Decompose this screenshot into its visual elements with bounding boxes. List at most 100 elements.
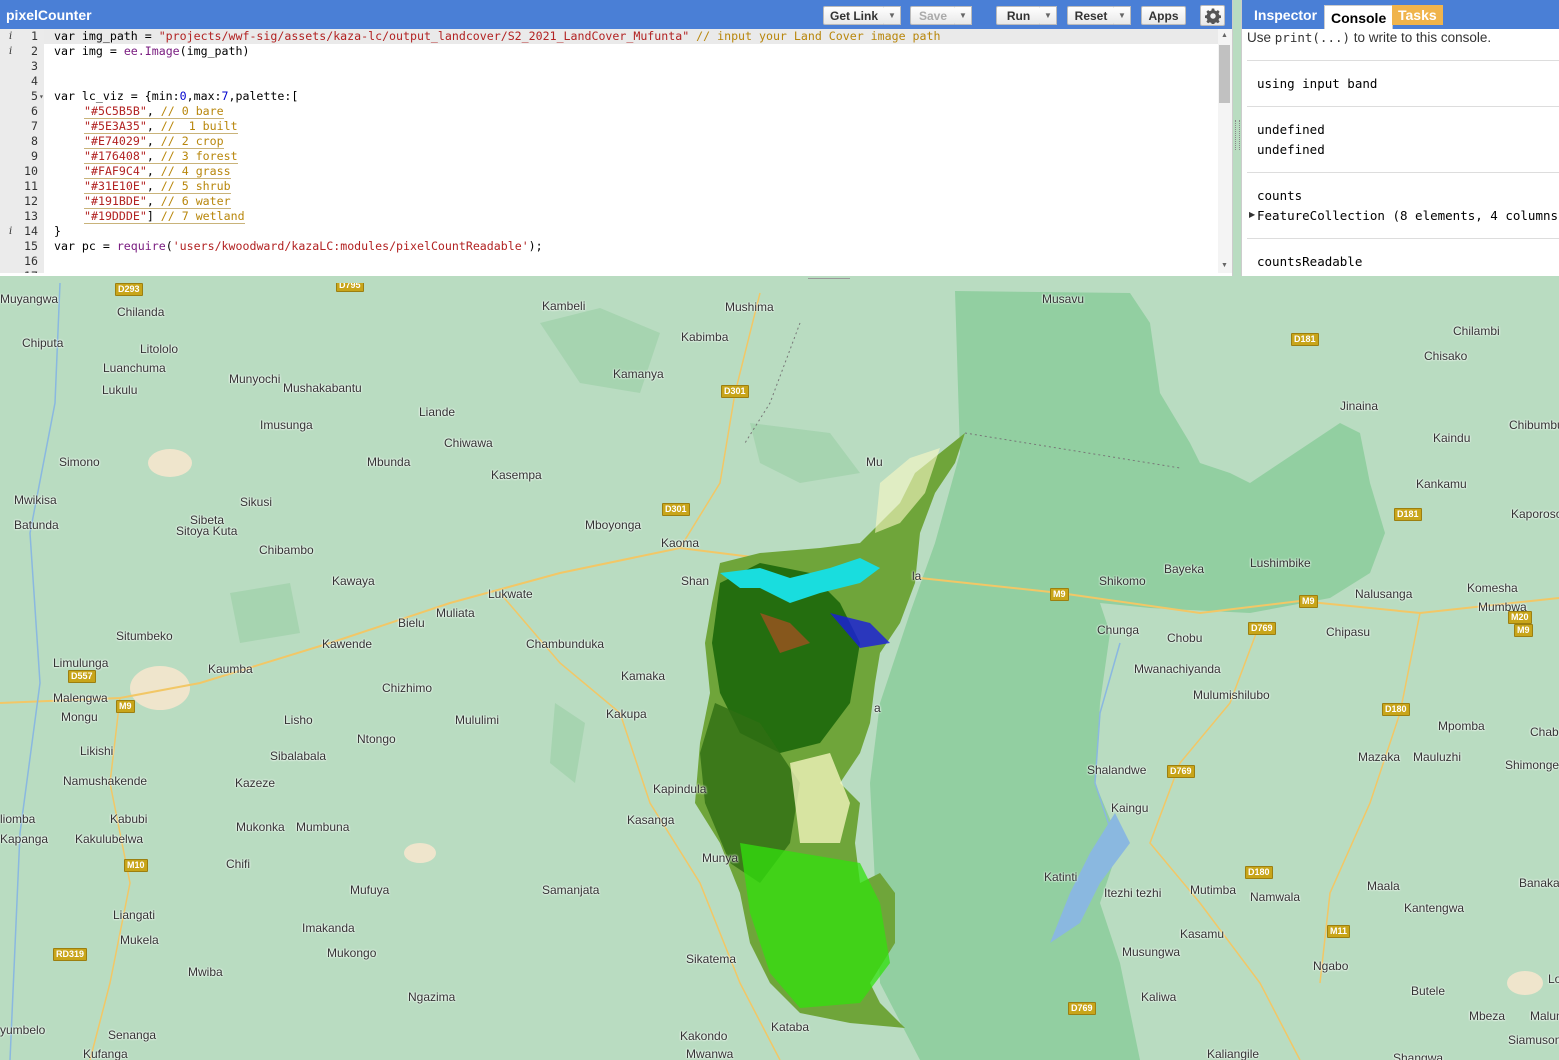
place-label: Mauluzhi [1413, 750, 1462, 764]
code-line-5[interactable]: var lc_viz = {min:0,max:7,palette:[ [54, 89, 298, 104]
place-label: Musavu [1042, 292, 1085, 306]
place-label: Shan [681, 574, 710, 588]
console-divider [1247, 60, 1559, 61]
code-comment: // input your Land Cover image path [689, 29, 941, 43]
place-label: Mbunda [367, 455, 411, 469]
tab-tasks[interactable]: Tasks [1392, 5, 1443, 25]
place-label: Chibumbu [1509, 418, 1559, 432]
palette-comment: // 6 water [160, 194, 231, 209]
save-dropdown[interactable]: ▼ [955, 6, 972, 25]
place-label: Mufuya [350, 883, 390, 897]
code-line-14[interactable]: } [54, 224, 61, 239]
road-shield: D293 [115, 283, 143, 296]
road-shield: D180 [1245, 866, 1273, 879]
place-label: Mukela [120, 933, 159, 947]
place-label: Bielu [398, 616, 425, 630]
feature-collection-output[interactable]: FeatureCollection (8 elements, 4 columns… [1257, 208, 1559, 223]
place-label: Kataba [771, 1020, 810, 1034]
line-number: 16 [24, 254, 38, 268]
code-line-15[interactable]: var pc = require('users/kwoodward/kazaLC… [54, 239, 543, 254]
palette-line[interactable]: "#5C5B5B", // 0 bare [84, 104, 224, 119]
place-label: Musungwa [1122, 945, 1181, 959]
forest-patch [230, 583, 300, 643]
place-label: Katinti [1044, 870, 1078, 884]
place-label: Mushakabantu [283, 381, 362, 395]
palette-line[interactable]: "#FAF9C4", // 4 grass [84, 164, 231, 179]
editor-toolbar: pixelCounter Get Link ▼ Save ▼ Run ▼ Res… [0, 0, 1232, 29]
editor-scrollbar[interactable]: ▲ ▼ [1218, 29, 1232, 273]
place-label: Muyangwa [0, 292, 59, 306]
hint-text: Use [1247, 30, 1275, 45]
settings-button[interactable] [1200, 5, 1225, 26]
palette-line[interactable]: "#31E10E", // 5 shrub [84, 179, 231, 194]
place-label: la [912, 569, 922, 583]
place-label: Mukonka [236, 820, 285, 834]
place-label: Chifi [226, 857, 251, 871]
palette-line[interactable]: "#176408", // 3 forest [84, 149, 238, 164]
expand-arrow-icon[interactable]: ▶ [1249, 210, 1255, 219]
code-function: ee.Image [123, 44, 180, 58]
road-shield: M9 [1299, 595, 1318, 608]
road-shield: M20 [1508, 611, 1532, 624]
road-shield: D769 [1248, 622, 1276, 635]
code-editor[interactable]: i1i2345▾678910111213i14151617 var img_pa… [0, 29, 1218, 273]
code-text: var pc = [54, 239, 117, 253]
place-label: Lushimbike [1250, 556, 1311, 570]
palette-line[interactable]: "#5E3A35", // 1 built [84, 119, 238, 134]
palette-comment: // 7 wetland [160, 209, 245, 224]
console-output: undefined [1257, 122, 1325, 137]
place-label: Mongu [61, 710, 98, 724]
palette-line[interactable]: "#19DDDE"] // 7 wetland [84, 209, 245, 224]
palette-line[interactable]: "#E74029", // 2 crop [84, 134, 224, 149]
reset-dropdown[interactable]: ▼ [1114, 6, 1131, 25]
road-shield: M9 [116, 700, 135, 713]
palette-line[interactable]: "#191BDE", // 6 water [84, 194, 231, 209]
palette-color: "#176408" [84, 149, 147, 164]
script-title[interactable]: pixelCounter [6, 7, 92, 23]
place-label: Mwikisa [14, 493, 57, 507]
place-label: Kaporoso [1511, 507, 1559, 521]
road-shield: D557 [68, 670, 96, 683]
console-divider [1247, 238, 1559, 239]
run-dropdown[interactable]: ▼ [1040, 6, 1057, 25]
place-label: Kasanga [627, 813, 675, 827]
place-label: Lo [1548, 972, 1559, 986]
code-editor-panel: pixelCounter Get Link ▼ Save ▼ Run ▼ Res… [0, 0, 1233, 276]
scroll-down-icon[interactable]: ▼ [1221, 262, 1228, 269]
place-label: Kabubi [110, 812, 148, 826]
get-link-button[interactable]: Get Link [823, 6, 885, 25]
place-label: a [874, 701, 881, 715]
reset-button[interactable]: Reset [1067, 6, 1115, 25]
scrollbar-thumb[interactable] [1219, 45, 1230, 103]
place-label: Kambeli [542, 299, 586, 313]
place-label: Komesha [1467, 581, 1518, 595]
tab-console[interactable]: Console [1324, 5, 1394, 29]
gutter-row: 3 [0, 59, 44, 74]
separator: , [146, 134, 161, 149]
chevron-down-icon: ▼ [1118, 11, 1126, 20]
road-shield: D181 [1291, 333, 1319, 346]
save-button[interactable]: Save [910, 6, 956, 25]
place-label: Ngazima [408, 990, 456, 1004]
apps-button[interactable]: Apps [1141, 6, 1186, 25]
scroll-up-icon[interactable]: ▲ [1221, 32, 1228, 39]
place-label: liomba [0, 812, 36, 826]
code-line-1[interactable]: var img_path = "projects/wwf-sig/assets/… [54, 29, 940, 44]
vertical-resize-handle[interactable] [1235, 120, 1240, 150]
get-link-dropdown[interactable]: ▼ [884, 6, 901, 25]
place-label: Kaumba [208, 662, 253, 676]
place-label: Kantengwa [1404, 901, 1465, 915]
code-text: ,palette:[ [228, 89, 299, 103]
place-label: Chiwawa [444, 436, 493, 450]
console-hint: Use print(...) to write to this console. [1247, 30, 1491, 45]
map-view[interactable]: Muyangwa Chilanda Kambeli Mushima Musavu Chil… [0, 283, 1559, 1060]
run-button[interactable]: Run [996, 6, 1041, 25]
place-label: Butele [1411, 984, 1446, 998]
place-label: Kapindula [653, 782, 707, 796]
place-label: Chilanda [117, 305, 165, 319]
palette-comment: // 3 forest [160, 149, 238, 164]
tab-inspector[interactable]: Inspector [1248, 5, 1323, 25]
place-label: Liande [419, 405, 456, 419]
code-line-2[interactable]: var img = ee.Image(img_path) [54, 44, 249, 59]
place-label: Kaliwa [1141, 990, 1177, 1004]
